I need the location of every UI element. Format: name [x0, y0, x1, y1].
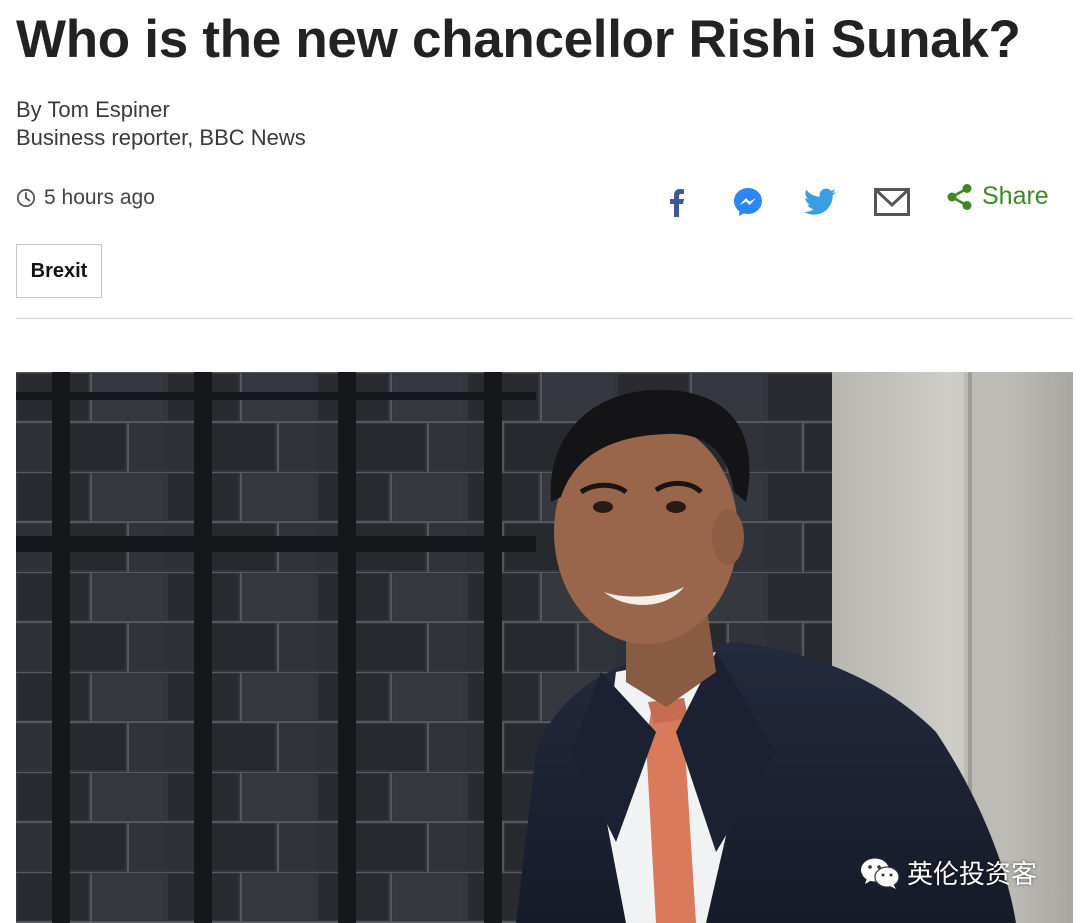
facebook-icon	[670, 189, 684, 217]
facebook-share-button[interactable]	[656, 182, 696, 222]
share-button[interactable]: Share	[946, 182, 1049, 211]
wechat-icon	[860, 858, 900, 889]
article-headline: Who is the new chancellor Rishi Sunak?	[16, 10, 1021, 69]
timestamp-text: 5 hours ago	[44, 186, 155, 209]
clock-icon	[16, 188, 36, 208]
email-icon	[874, 188, 910, 216]
divider	[16, 318, 1073, 319]
tag-brexit[interactable]: Brexit	[16, 244, 102, 298]
twitter-share-button[interactable]	[800, 182, 840, 222]
byline-role: Business reporter, BBC News	[16, 125, 306, 150]
twitter-icon	[804, 188, 836, 215]
email-share-button[interactable]	[872, 182, 912, 222]
share-label: Share	[982, 182, 1049, 210]
byline-author[interactable]: By Tom Espiner	[16, 96, 306, 124]
watermark: 英伦投资客	[859, 854, 1037, 891]
byline: By Tom Espiner Business reporter, BBC Ne…	[16, 96, 306, 152]
photo-illustration	[16, 372, 1073, 923]
article-photo: 英伦投资客	[16, 372, 1073, 923]
messenger-icon	[734, 188, 762, 216]
share-icon	[947, 183, 972, 210]
timestamp: 5 hours ago	[16, 186, 155, 210]
messenger-share-button[interactable]	[728, 182, 768, 222]
watermark-text: 英伦投资客	[906, 859, 1037, 889]
